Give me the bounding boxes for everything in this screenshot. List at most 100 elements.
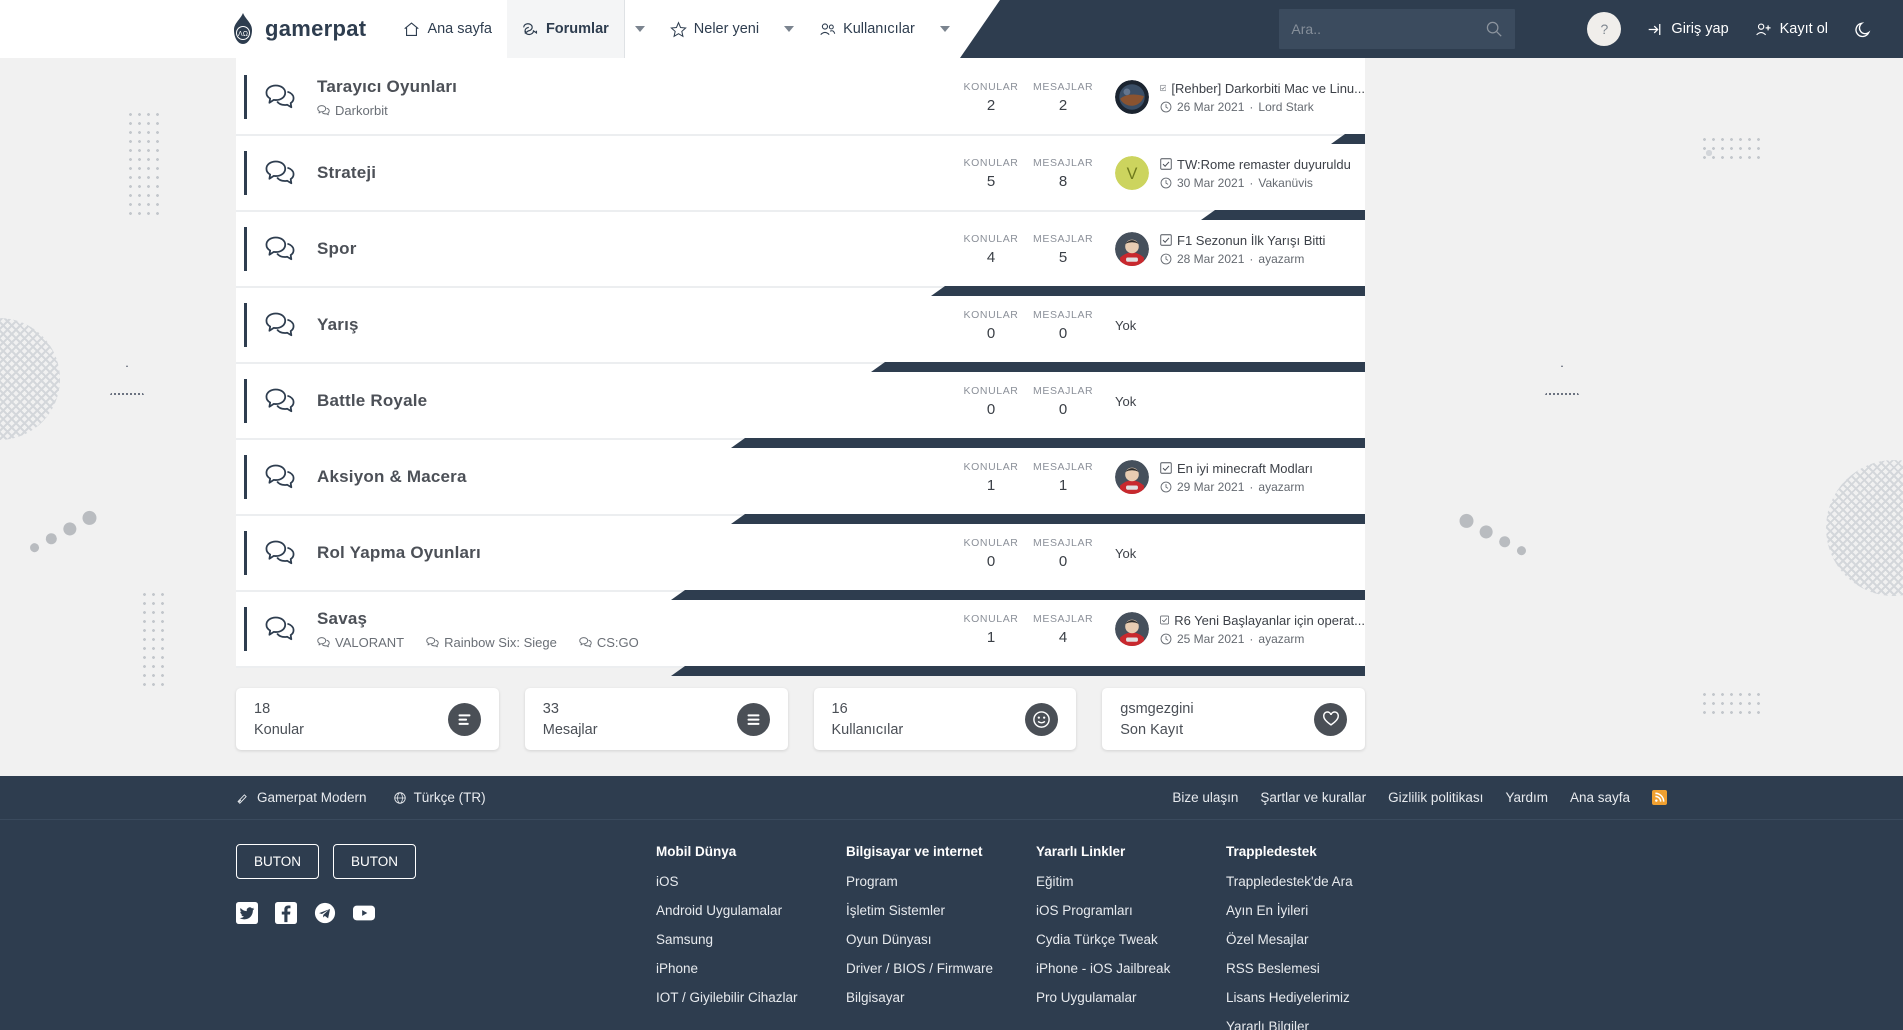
search-input[interactable] xyxy=(1291,21,1472,37)
node-title[interactable]: Strateji xyxy=(317,163,961,183)
footer-bar-link[interactable]: Bize ulaşın xyxy=(1172,790,1238,805)
footer-link[interactable]: Eğitim xyxy=(1036,874,1226,889)
nav-caret-neler-yeni[interactable] xyxy=(774,0,804,58)
footer-link[interactable]: Cydia Türkçe Tweak xyxy=(1036,932,1226,947)
brand-logo[interactable]: ΛΩ gamerpat xyxy=(228,13,366,45)
footer-link[interactable]: Trappledestek'de Ara xyxy=(1226,874,1426,889)
footer-buttons: BUTON BUTON xyxy=(236,844,656,879)
footer-link[interactable]: Android Uygulamalar xyxy=(656,903,846,918)
avatar[interactable] xyxy=(1115,612,1149,646)
style-label: Gamerpat Modern xyxy=(257,790,367,805)
subforum-link[interactable]: Darkorbit xyxy=(317,103,388,118)
node-title[interactable]: Aksiyon & Macera xyxy=(317,467,961,487)
footer-link[interactable]: iPhone - iOS Jailbreak xyxy=(1036,961,1226,976)
rss-icon[interactable] xyxy=(1652,790,1667,805)
forum-node-row[interactable]: Spor KONULAR 4 MESAJLAR 5 F1 Sezonun İlk… xyxy=(236,212,1365,296)
login-button[interactable]: Giriş yap xyxy=(1647,21,1729,38)
register-button[interactable]: Kayıt ol xyxy=(1755,21,1828,38)
footer-link[interactable]: Pro Uygulamalar xyxy=(1036,990,1226,1005)
footer-bar-link[interactable]: Şartlar ve kurallar xyxy=(1260,790,1366,805)
node-title[interactable]: Tarayıcı Oyunları xyxy=(317,77,961,97)
nav-caret-kullanicilar[interactable] xyxy=(930,0,960,58)
nav-caret-forumlar[interactable] xyxy=(625,0,655,58)
footer-button[interactable]: BUTON xyxy=(333,844,417,879)
last-post[interactable]: En iyi minecraft Modları 29 Mar 2021 · a… xyxy=(1115,460,1365,494)
last-post-user[interactable]: ayazarm xyxy=(1258,252,1304,266)
footer-link[interactable]: Lisans Hediyelerimiz xyxy=(1226,990,1426,1005)
last-post-title[interactable]: [Rehber] Darkorbiti Mac ve Linu... xyxy=(1160,81,1365,96)
node-title[interactable]: Savaş xyxy=(317,609,961,629)
last-post-none-label: Yok xyxy=(1115,393,1137,409)
node-title[interactable]: Spor xyxy=(317,239,961,259)
last-post[interactable]: R6 Yeni Başlayanlar için operat... 25 Ma… xyxy=(1115,612,1365,646)
facebook-icon[interactable] xyxy=(275,902,297,924)
footer-link[interactable]: Ayın En İyileri xyxy=(1226,903,1426,918)
youtube-icon[interactable] xyxy=(353,902,375,924)
footer-link[interactable]: Driver / BIOS / Firmware xyxy=(846,961,1036,976)
last-post-title[interactable]: R6 Yeni Başlayanlar için operat... xyxy=(1160,613,1365,628)
nav-item-ana-sayfa[interactable]: Ana sayfa xyxy=(388,0,507,58)
nav-item-neler-yeni[interactable]: Neler yeni xyxy=(655,0,774,58)
last-post-meta: 28 Mar 2021 · ayazarm xyxy=(1160,252,1325,266)
last-post-title[interactable]: F1 Sezonun İlk Yarışı Bitti xyxy=(1160,233,1325,248)
footer-link[interactable]: İşletim Sistemler xyxy=(846,903,1036,918)
footer-link[interactable]: Oyun Dünyası xyxy=(846,932,1036,947)
subforum-link[interactable]: VALORANT xyxy=(317,635,404,650)
last-post-user[interactable]: ayazarm xyxy=(1258,632,1304,646)
forum-node-row[interactable]: Tarayıcı Oyunları Darkorbit KONULAR 2 ME… xyxy=(236,60,1365,144)
last-post-user[interactable]: Lord Stark xyxy=(1258,100,1313,114)
footer-bar-link[interactable]: Gizlilik politikası xyxy=(1388,790,1483,805)
stat-card[interactable]: 18 Konular xyxy=(236,688,499,750)
subforum-link[interactable]: CS:GO xyxy=(579,635,639,650)
forum-node-row[interactable]: Rol Yapma Oyunları KONULAR 0 MESAJLAR 0 … xyxy=(236,516,1365,600)
moon-icon[interactable] xyxy=(1854,20,1873,39)
last-post-title[interactable]: En iyi minecraft Modları xyxy=(1160,461,1313,476)
nav-item-forumlar[interactable]: Forumlar xyxy=(506,0,625,58)
telegram-icon[interactable] xyxy=(314,902,336,924)
footer-link[interactable]: Program xyxy=(846,874,1036,889)
stat-card[interactable]: gsmgezgini Son Kayıt xyxy=(1102,688,1365,750)
footer-link[interactable]: iOS xyxy=(656,874,846,889)
node-title[interactable]: Battle Royale xyxy=(317,391,961,411)
last-post[interactable]: [Rehber] Darkorbiti Mac ve Linu... 26 Ma… xyxy=(1115,80,1365,114)
node-title[interactable]: Yarış xyxy=(317,315,961,335)
last-post-title[interactable]: TW:Rome remaster duyuruldu xyxy=(1160,157,1351,172)
search-icon[interactable] xyxy=(1485,20,1503,38)
avatar[interactable]: V xyxy=(1115,156,1149,190)
forum-node-row[interactable]: Battle Royale KONULAR 0 MESAJLAR 0 Yok xyxy=(236,364,1365,448)
footer-link[interactable]: iPhone xyxy=(656,961,846,976)
search-box[interactable] xyxy=(1279,9,1516,49)
last-post[interactable]: F1 Sezonun İlk Yarışı Bitti 28 Mar 2021 … xyxy=(1115,232,1365,266)
footer-link[interactable]: Özel Mesajlar xyxy=(1226,932,1426,947)
last-post[interactable]: V TW:Rome remaster duyuruldu 30 Mar 2021… xyxy=(1115,156,1365,190)
footer-link[interactable]: RSS Beslemesi xyxy=(1226,961,1426,976)
subforum-link[interactable]: Rainbow Six: Siege xyxy=(426,635,557,650)
twitter-icon[interactable] xyxy=(236,902,258,924)
avatar[interactable] xyxy=(1115,460,1149,494)
style-chooser[interactable]: Gamerpat Modern xyxy=(236,790,367,805)
footer-link[interactable]: iOS Programları xyxy=(1036,903,1226,918)
last-post-user[interactable]: Vakanüvis xyxy=(1258,176,1312,190)
node-title[interactable]: Rol Yapma Oyunları xyxy=(317,543,961,563)
forum-node-row[interactable]: Strateji KONULAR 5 MESAJLAR 8 V TW:Rome … xyxy=(236,136,1365,220)
stat-card[interactable]: 33 Mesajlar xyxy=(524,688,788,750)
footer-link[interactable]: IOT / Giyilebilir Cihazlar xyxy=(656,990,846,1005)
forum-node-row[interactable]: Yarış KONULAR 0 MESAJLAR 0 Yok xyxy=(236,288,1365,372)
help-button[interactable]: ? xyxy=(1587,12,1622,46)
forum-node-row[interactable]: Aksiyon & Macera KONULAR 1 MESAJLAR 1 En… xyxy=(236,440,1365,524)
footer-link[interactable]: Yararlı Bilgiler xyxy=(1226,1019,1426,1030)
footer-bar-link[interactable]: Yardım xyxy=(1505,790,1548,805)
last-post-empty: Yok xyxy=(1115,394,1365,409)
last-post-user[interactable]: ayazarm xyxy=(1258,480,1304,494)
forum-node-row[interactable]: Savaş VALORANT Rainbow Six: Siege CS:GO … xyxy=(236,592,1365,676)
stat-card-icon xyxy=(1314,702,1347,736)
footer-bar-link[interactable]: Ana sayfa xyxy=(1570,790,1630,805)
nav-item-kullanicilar[interactable]: Kullanıcılar xyxy=(804,0,930,58)
avatar[interactable] xyxy=(1115,232,1149,266)
avatar[interactable] xyxy=(1115,80,1149,114)
footer-link[interactable]: Samsung xyxy=(656,932,846,947)
footer-button[interactable]: BUTON xyxy=(236,844,320,879)
footer-link[interactable]: Bilgisayar xyxy=(846,990,1036,1005)
language-chooser[interactable]: Türkçe (TR) xyxy=(393,790,486,805)
stat-card[interactable]: 16 Kullanıcılar xyxy=(813,688,1077,750)
